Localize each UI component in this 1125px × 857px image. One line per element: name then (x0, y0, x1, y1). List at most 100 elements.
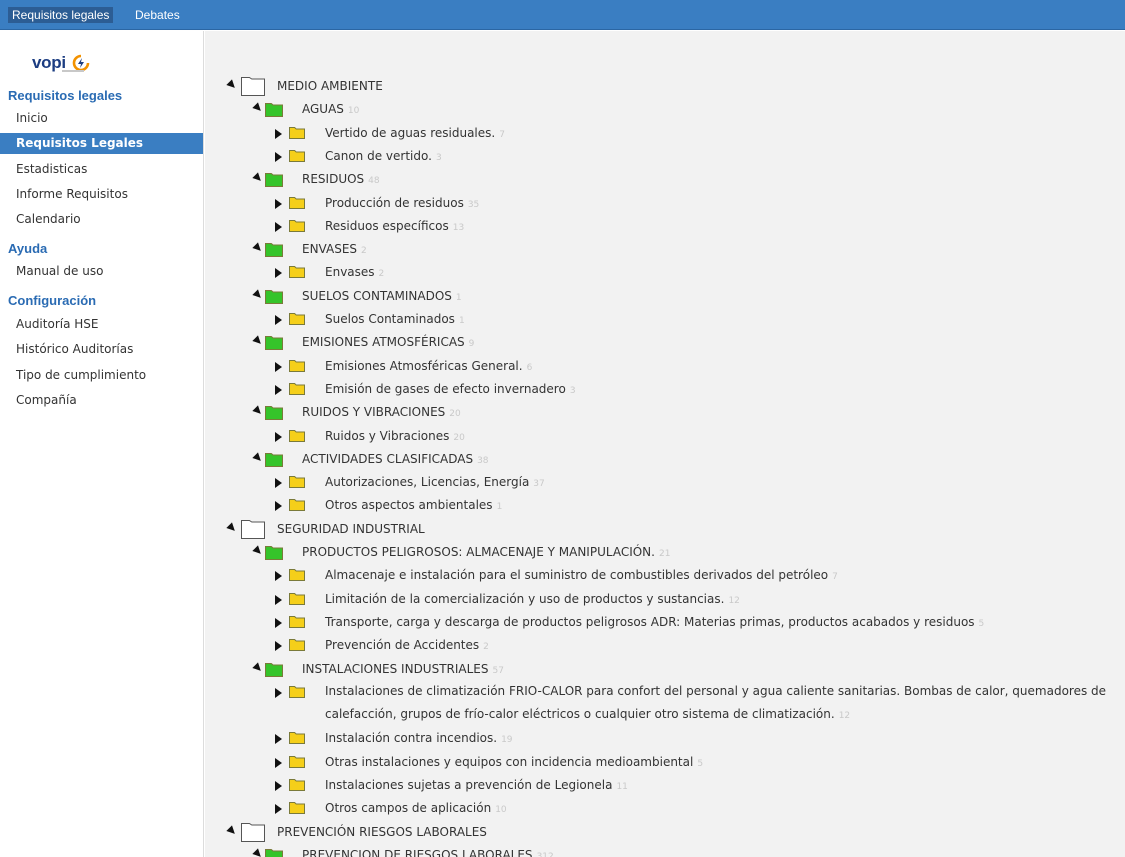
collapse-arrow-icon[interactable] (252, 848, 264, 857)
tree-row-level-1[interactable]: RUIDOS Y VIBRACIONES 20 (205, 402, 1125, 424)
tree-row-level-2[interactable]: Instalaciones sujetas a prevención de Le… (205, 775, 1125, 797)
tab-requisitos-legales[interactable]: Requisitos legales (8, 7, 114, 23)
expand-arrow-icon[interactable] (275, 501, 282, 511)
tree-node-label[interactable]: Producción de residuos 35 (325, 196, 479, 210)
tree-row-level-2[interactable]: Autorizaciones, Licencias, Energía 37 (205, 472, 1125, 494)
expand-arrow-icon[interactable] (275, 199, 282, 209)
tree-node-label[interactable]: PREVENCION DE RIESGOS LABORALES 312 (302, 848, 554, 857)
collapse-arrow-icon[interactable] (252, 242, 264, 254)
tree-row-level-0[interactable]: SEGURIDAD INDUSTRIAL (205, 519, 1125, 541)
sidebar-item-estadisticas[interactable]: Estadisticas (0, 159, 203, 180)
tree-node-label[interactable]: Instalación contra incendios. 19 (325, 731, 513, 745)
tree-row-level-2[interactable]: Instalación contra incendios. 19 (205, 728, 1125, 750)
tree-node-label[interactable]: SUELOS CONTAMINADOS 1 (302, 289, 462, 303)
expand-arrow-icon[interactable] (275, 268, 282, 278)
tree-row-level-2[interactable]: Emisiones Atmosféricas General. 6 (205, 356, 1125, 378)
collapse-arrow-icon[interactable] (252, 662, 264, 674)
tree-row-level-1[interactable]: PREVENCION DE RIESGOS LABORALES 312 (205, 845, 1125, 857)
tree-row-level-1[interactable]: ACTIVIDADES CLASIFICADAS 38 (205, 449, 1125, 471)
expand-arrow-icon[interactable] (275, 688, 282, 698)
tree-node-label[interactable]: Canon de vertido. 3 (325, 149, 442, 163)
sidebar-item-informe-requisitos[interactable]: Informe Requisitos (0, 184, 203, 205)
tree-node-label[interactable]: Otros aspectos ambientales 1 (325, 498, 502, 512)
tree-node-label[interactable]: ENVASES 2 (302, 242, 367, 256)
expand-arrow-icon[interactable] (275, 571, 282, 581)
tree-row-level-2[interactable]: Canon de vertido. 3 (205, 146, 1125, 168)
tree-row-level-2[interactable]: Instalaciones de climatización FRIO-CALO… (205, 682, 1125, 721)
tree-row-level-2[interactable]: Otros aspectos ambientales 1 (205, 495, 1125, 517)
tree-node-label[interactable]: Instalaciones sujetas a prevención de Le… (325, 778, 628, 792)
tree-node-label[interactable]: Vertido de aguas residuales. 7 (325, 126, 505, 140)
tree-row-level-2[interactable]: Vertido de aguas residuales. 7 (205, 123, 1125, 145)
collapse-arrow-icon[interactable] (252, 335, 264, 347)
tree-node-label[interactable]: Emisiones Atmosféricas General. 6 (325, 359, 532, 373)
tree-node-label[interactable]: RUIDOS Y VIBRACIONES 20 (302, 405, 461, 419)
tree-node-label[interactable]: Residuos específicos 13 (325, 219, 464, 233)
expand-arrow-icon[interactable] (275, 781, 282, 791)
tree-row-level-2[interactable]: Envases 2 (205, 262, 1125, 284)
expand-arrow-icon[interactable] (275, 641, 282, 651)
tree-node-label[interactable]: Transporte, carga y descarga de producto… (325, 615, 984, 629)
collapse-arrow-icon[interactable] (226, 825, 238, 837)
sidebar-item-tipo-de-cumplimiento[interactable]: Tipo de cumplimiento (0, 365, 203, 386)
tree-node-label[interactable]: PRODUCTOS PELIGROSOS: ALMACENAJE Y MANIP… (302, 545, 670, 559)
vopi-logo[interactable]: vopi (32, 53, 92, 77)
expand-arrow-icon[interactable] (275, 315, 282, 325)
sidebar-item-calendario[interactable]: Calendario (0, 209, 203, 230)
tree-row-level-2[interactable]: Otros campos de aplicación 10 (205, 798, 1125, 820)
tree-row-level-2[interactable]: Emisión de gases de efecto invernadero 3 (205, 379, 1125, 401)
tree-row-level-2[interactable]: Producción de residuos 35 (205, 193, 1125, 215)
collapse-arrow-icon[interactable] (252, 172, 264, 184)
tree-node-label[interactable]: Envases 2 (325, 265, 384, 279)
tree-row-level-1[interactable]: RESIDUOS 48 (205, 169, 1125, 191)
expand-arrow-icon[interactable] (275, 129, 282, 139)
tree-node-label[interactable]: Almacenaje e instalación para el suminis… (325, 568, 838, 582)
collapse-arrow-icon[interactable] (226, 522, 238, 534)
tree-node-label[interactable]: Otras instalaciones y equipos con incide… (325, 755, 703, 769)
tree-row-level-2[interactable]: Prevención de Accidentes 2 (205, 635, 1125, 657)
collapse-arrow-icon[interactable] (252, 405, 264, 417)
expand-arrow-icon[interactable] (275, 385, 282, 395)
expand-arrow-icon[interactable] (275, 432, 282, 442)
sidebar-item-compania[interactable]: Compañía (0, 390, 203, 411)
sidebar-item-auditoria-hse[interactable]: Auditoría HSE (0, 314, 203, 335)
sidebar-item-inicio[interactable]: Inicio (0, 108, 203, 129)
tree-row-level-1[interactable]: PRODUCTOS PELIGROSOS: ALMACENAJE Y MANIP… (205, 542, 1125, 564)
tree-row-level-2[interactable]: Almacenaje e instalación para el suminis… (205, 565, 1125, 587)
tree-node-label[interactable]: Limitación de la comercialización y uso … (325, 592, 740, 606)
tree-row-level-2[interactable]: Ruidos y Vibraciones 20 (205, 426, 1125, 448)
tree-node-label[interactable]: PREVENCIÓN RIESGOS LABORALES (277, 825, 487, 839)
expand-arrow-icon[interactable] (275, 362, 282, 372)
tree-node-label[interactable]: INSTALACIONES INDUSTRIALES 57 (302, 662, 504, 676)
collapse-arrow-icon[interactable] (252, 545, 264, 557)
tree-node-label[interactable]: Prevención de Accidentes 2 (325, 638, 489, 652)
expand-arrow-icon[interactable] (275, 222, 282, 232)
expand-arrow-icon[interactable] (275, 758, 282, 768)
tab-debates[interactable]: Debates (131, 7, 184, 23)
tree-node-label[interactable]: ACTIVIDADES CLASIFICADAS 38 (302, 452, 489, 466)
expand-arrow-icon[interactable] (275, 734, 282, 744)
tree-row-level-2[interactable]: Otras instalaciones y equipos con incide… (205, 752, 1125, 774)
collapse-arrow-icon[interactable] (226, 79, 238, 91)
sidebar-item-requisitos-legales[interactable]: Requisitos Legales (0, 133, 203, 154)
tree-row-level-2[interactable]: Suelos Contaminados 1 (205, 309, 1125, 331)
tree-node-label[interactable]: Autorizaciones, Licencias, Energía 37 (325, 475, 545, 489)
tree-node-label[interactable]: EMISIONES ATMOSFÉRICAS 9 (302, 335, 474, 349)
tree-row-level-1[interactable]: AGUAS 10 (205, 99, 1125, 121)
tree-node-label[interactable]: RESIDUOS 48 (302, 172, 380, 186)
collapse-arrow-icon[interactable] (252, 452, 264, 464)
tree-node-label[interactable]: Ruidos y Vibraciones 20 (325, 429, 465, 443)
expand-arrow-icon[interactable] (275, 478, 282, 488)
tree-node-label[interactable]: SEGURIDAD INDUSTRIAL (277, 522, 425, 536)
tree-node-label[interactable]: Otros campos de aplicación 10 (325, 801, 507, 815)
tree-node-label[interactable]: Emisión de gases de efecto invernadero 3 (325, 382, 576, 396)
expand-arrow-icon[interactable] (275, 595, 282, 605)
expand-arrow-icon[interactable] (275, 804, 282, 814)
tree-row-level-0[interactable]: PREVENCIÓN RIESGOS LABORALES (205, 822, 1125, 844)
collapse-arrow-icon[interactable] (252, 289, 264, 301)
tree-row-level-2[interactable]: Limitación de la comercialización y uso … (205, 589, 1125, 611)
expand-arrow-icon[interactable] (275, 152, 282, 162)
tree-node-label[interactable]: MEDIO AMBIENTE (277, 79, 383, 93)
tree-row-level-2[interactable]: Transporte, carga y descarga de producto… (205, 612, 1125, 634)
tree-row-level-1[interactable]: ENVASES 2 (205, 239, 1125, 261)
